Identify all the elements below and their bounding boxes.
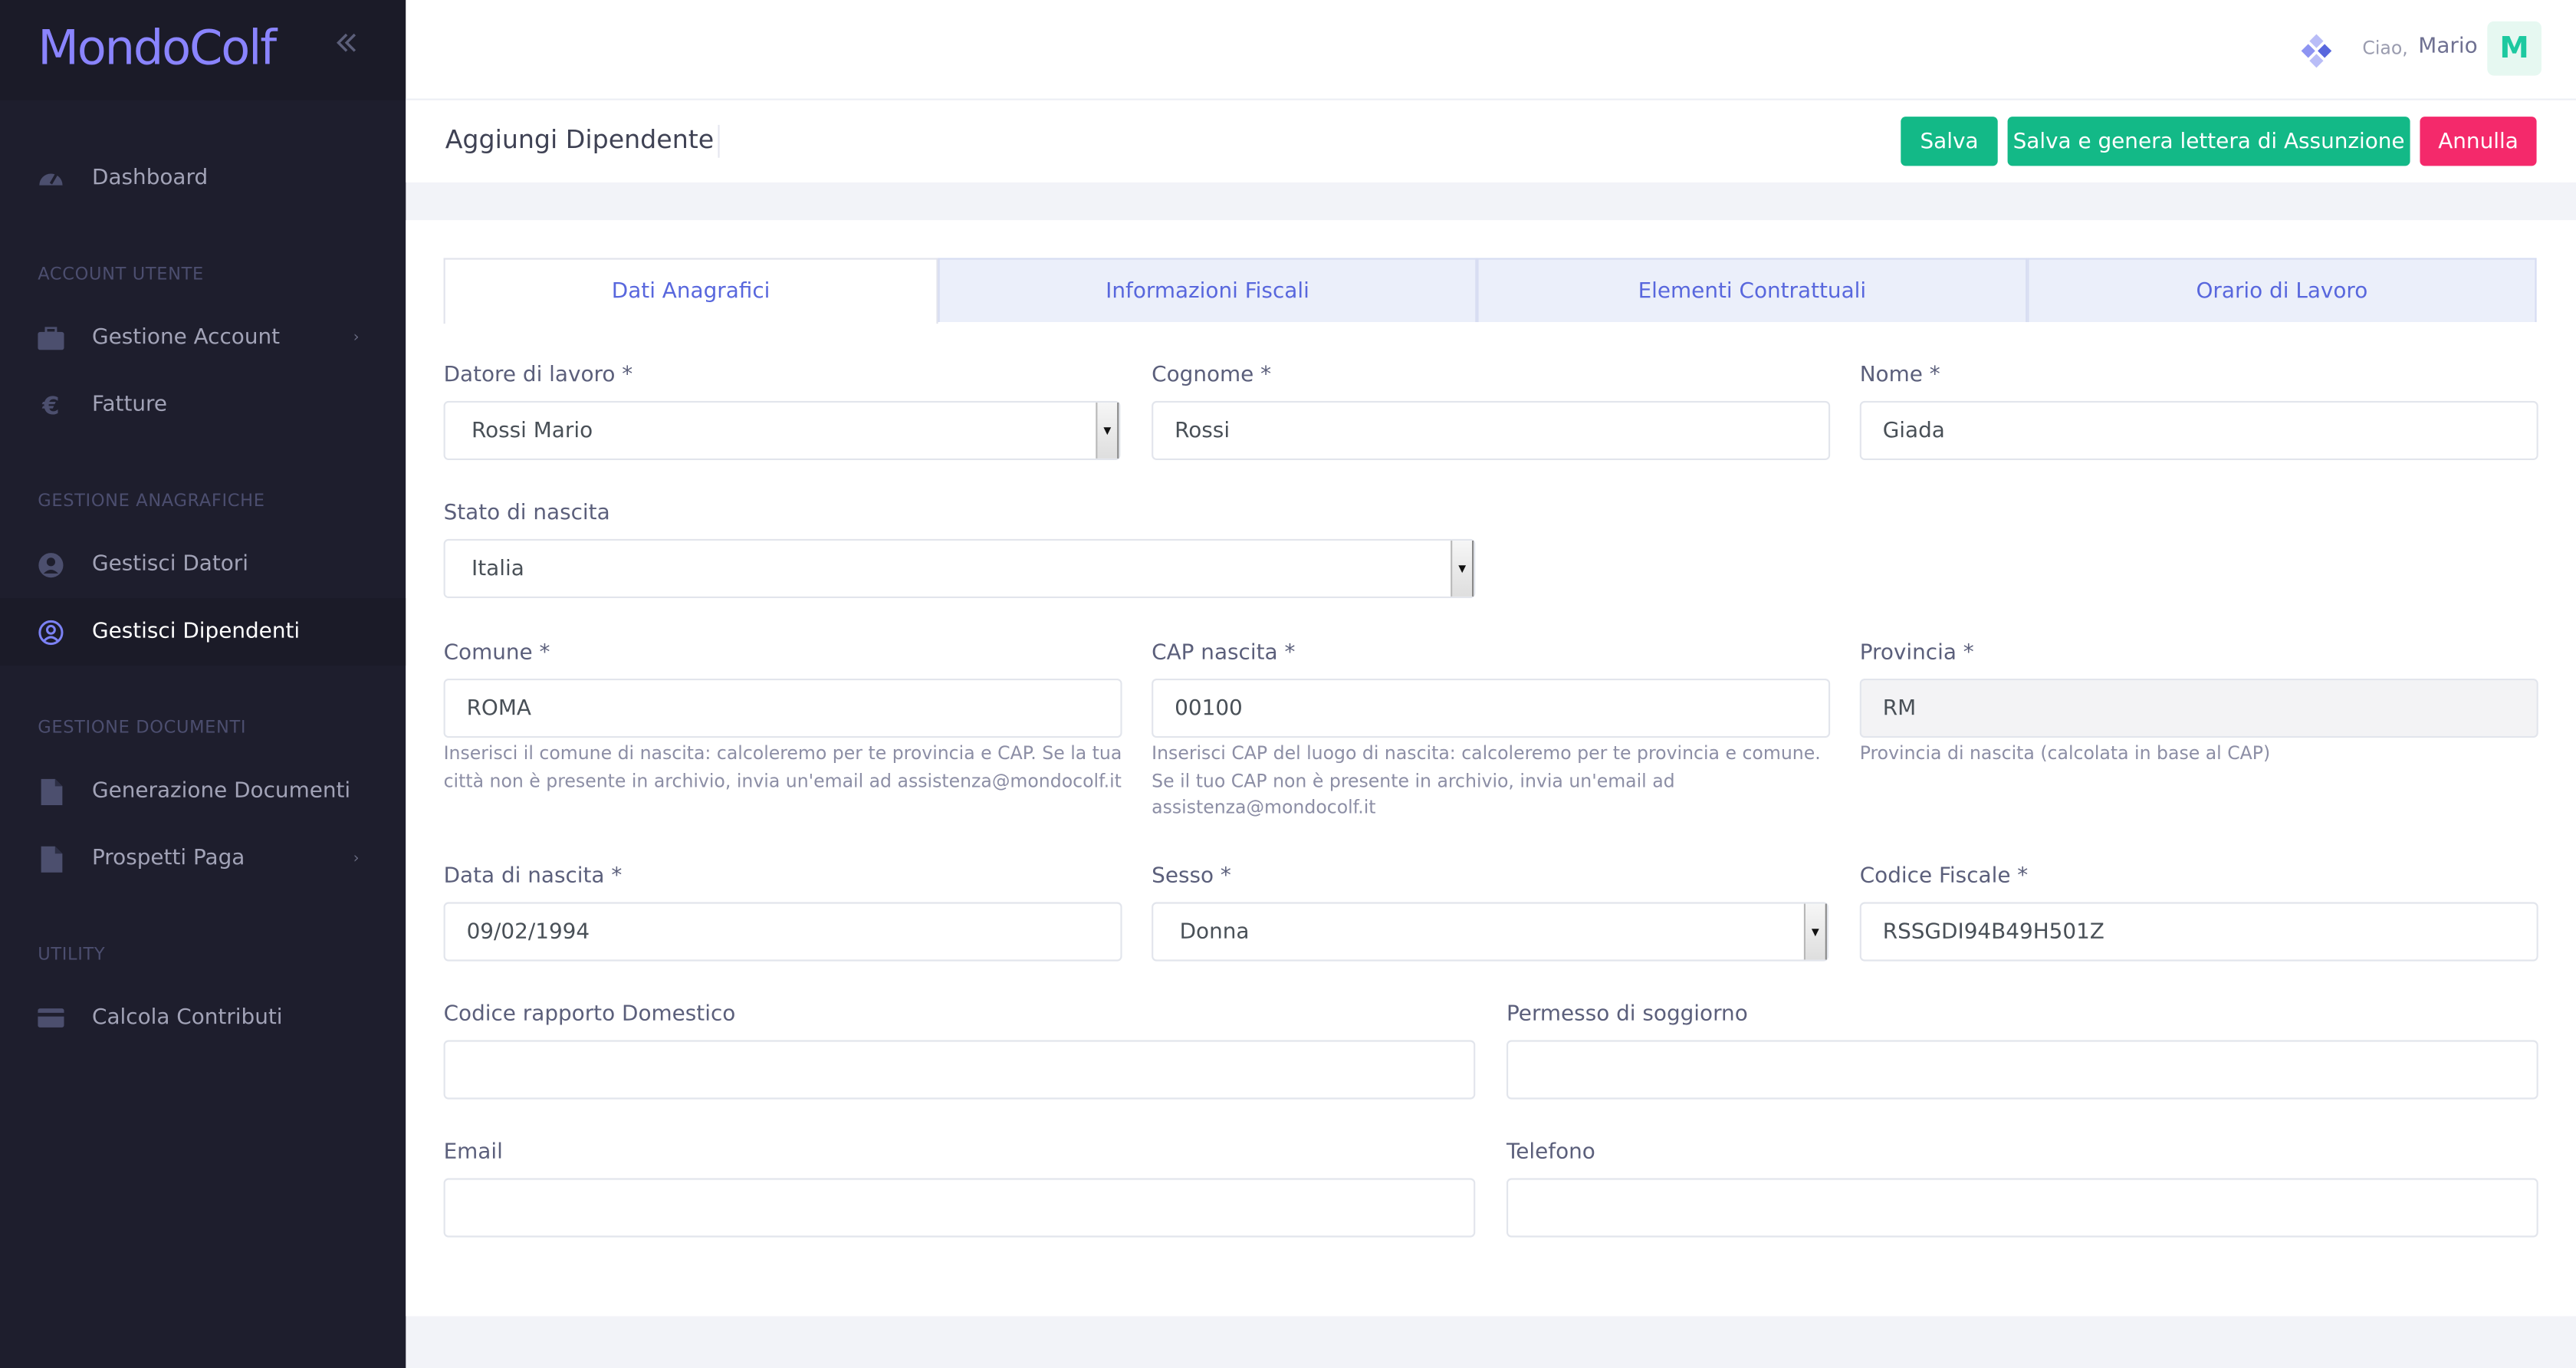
- section-documenti: GESTIONE DOCUMENTI: [38, 718, 247, 738]
- cap-field[interactable]: 00100: [1152, 679, 1831, 738]
- divider: [718, 124, 720, 158]
- stato-nascita-value: Italia: [472, 556, 524, 581]
- cap-hint: Inserisci CAP del luogo di nascita: calc…: [1152, 742, 1821, 819]
- sidebar-item-label: Generazione Documenti: [92, 778, 351, 804]
- subheader: Aggiungi Dipendente Salva Salva e genera…: [406, 100, 2576, 183]
- provincia-field: RM: [1859, 679, 2538, 738]
- cap-label: CAP nascita *: [1152, 640, 1296, 666]
- app-logo[interactable]: MondoColf: [38, 20, 277, 76]
- sidebar-item-gestione-account[interactable]: Gestione Account ›: [0, 304, 406, 371]
- tab-elementi-contrattuali[interactable]: Elementi Contrattuali: [1477, 258, 2028, 322]
- sidebar-item-label: Gestisci Dipendenti: [92, 619, 301, 644]
- email-label: Email: [443, 1140, 503, 1166]
- comune-field[interactable]: ROMA: [443, 679, 1122, 738]
- chevron-right-icon: ›: [353, 329, 360, 347]
- nome-value: Giada: [1882, 418, 1945, 443]
- tab-orario-lavoro[interactable]: Orario di Lavoro: [2027, 258, 2537, 322]
- data-nascita-field[interactable]: 09/02/1994: [443, 902, 1122, 962]
- chevrons-left-icon[interactable]: [334, 30, 366, 69]
- codice-rapporto-field[interactable]: [443, 1040, 1476, 1100]
- cognome-field[interactable]: Rossi: [1152, 400, 1831, 460]
- sidebar-item-label: Gestisci Datori: [92, 552, 249, 577]
- comune-hint: Inserisci il comune di nascita: calcoler…: [443, 742, 1122, 791]
- chevron-right-icon: ›: [353, 850, 360, 867]
- sidebar-item-label: Fatture: [92, 393, 168, 418]
- tab-informazioni-fiscali[interactable]: Informazioni Fiscali: [938, 258, 1477, 322]
- file-icon: [38, 778, 64, 804]
- sidebar-item-prospetti-paga[interactable]: Prospetti Paga ›: [0, 825, 406, 893]
- telefono-label: Telefono: [1506, 1140, 1595, 1166]
- dropdown-arrow-icon[interactable]: ▼: [1451, 541, 1474, 597]
- provincia-label: Provincia *: [1859, 640, 1974, 666]
- datore-label: Datore di lavoro *: [443, 363, 633, 388]
- sidebar-item-gestisci-dipendenti[interactable]: Gestisci Dipendenti: [0, 598, 406, 666]
- tab-bar: Dati Anagrafici Informazioni Fiscali Ele…: [443, 258, 2537, 324]
- topbar: Ciao, Mario M: [406, 0, 2576, 100]
- sesso-label: Sesso *: [1152, 864, 1231, 890]
- quick-actions-icon[interactable]: [2298, 33, 2334, 69]
- codice-fiscale-value: RSSGDI94B49H501Z: [1882, 919, 2104, 945]
- user-circle-outline-icon: [38, 619, 64, 645]
- page-title: Aggiungi Dipendente: [445, 124, 715, 155]
- stato-nascita-label: Stato di nascita: [443, 501, 610, 526]
- sidebar-item-fatture[interactable]: € Fatture: [0, 371, 406, 439]
- comune-label: Comune *: [443, 640, 550, 666]
- permesso-label: Permesso di soggiorno: [1506, 1002, 1748, 1028]
- sidebar-item-label: Dashboard: [92, 166, 209, 191]
- permesso-field[interactable]: [1506, 1040, 2538, 1100]
- tab-dati-anagrafici[interactable]: Dati Anagrafici: [443, 258, 938, 324]
- sesso-select[interactable]: Donna ▼: [1152, 902, 1829, 962]
- stato-nascita-select[interactable]: Italia ▼: [443, 538, 1476, 598]
- section-anagrafiche: GESTIONE ANAGRAFICHE: [38, 491, 265, 511]
- briefcase-icon: [38, 324, 64, 350]
- section-account: ACCOUNT UTENTE: [38, 265, 204, 284]
- user-name[interactable]: Mario: [2418, 35, 2477, 59]
- nome-label: Nome *: [1859, 363, 1940, 388]
- provincia-value: RM: [1882, 696, 1917, 721]
- datore-select[interactable]: Rossi Mario ▼: [443, 400, 1121, 460]
- euro-icon: €: [42, 390, 60, 420]
- save-generate-letter-button[interactable]: Salva e genera lettera di Assunzione: [2007, 117, 2410, 166]
- sidebar: MondoColf Dashboard ACCOUNT UTENTE Gesti…: [0, 0, 406, 1368]
- cap-value: 00100: [1175, 696, 1243, 721]
- sidebar-item-generazione-documenti[interactable]: Generazione Documenti: [0, 758, 406, 825]
- codice-fiscale-label: Codice Fiscale *: [1859, 864, 2029, 890]
- gauge-icon: [38, 165, 64, 191]
- form-panel: Dati Anagrafici Informazioni Fiscali Ele…: [406, 220, 2576, 1317]
- sidebar-item-label: Calcola Contributi: [92, 1005, 283, 1031]
- data-nascita-label: Data di nascita *: [443, 864, 623, 890]
- section-utility: UTILITY: [38, 945, 106, 965]
- dropdown-arrow-icon[interactable]: ▼: [1803, 903, 1827, 960]
- email-field[interactable]: [443, 1178, 1476, 1238]
- save-button[interactable]: Salva: [1901, 117, 1998, 166]
- credit-card-icon: [38, 1005, 64, 1031]
- sesso-value: Donna: [1179, 919, 1250, 945]
- comune-value: ROMA: [466, 696, 531, 721]
- sidebar-item-label: Gestione Account: [92, 325, 281, 350]
- data-nascita-value: 09/02/1994: [466, 919, 590, 945]
- greeting-text: Ciao,: [2362, 38, 2408, 60]
- cognome-label: Cognome *: [1152, 363, 1272, 388]
- codice-fiscale-field[interactable]: RSSGDI94B49H501Z: [1859, 902, 2538, 962]
- codice-rapporto-label: Codice rapporto Domestico: [443, 1002, 736, 1028]
- sidebar-item-dashboard[interactable]: Dashboard: [0, 145, 406, 212]
- avatar[interactable]: M: [2487, 21, 2542, 76]
- file-icon: [38, 845, 64, 872]
- dropdown-arrow-icon[interactable]: ▼: [1096, 403, 1119, 459]
- sidebar-item-gestisci-datori[interactable]: Gestisci Datori: [0, 531, 406, 598]
- cognome-value: Rossi: [1175, 418, 1230, 443]
- datore-value: Rossi Mario: [472, 418, 593, 443]
- provincia-hint: Provincia di nascita (calcolata in base …: [1859, 742, 2271, 765]
- nome-field[interactable]: Giada: [1859, 400, 2538, 460]
- telefono-field[interactable]: [1506, 1178, 2538, 1238]
- sidebar-item-label: Prospetti Paga: [92, 846, 245, 871]
- brand-bar: MondoColf: [0, 0, 406, 100]
- sidebar-item-calcola-contributi[interactable]: Calcola Contributi: [0, 985, 406, 1052]
- user-circle-icon: [38, 551, 64, 577]
- cancel-button[interactable]: Annulla: [2420, 117, 2537, 166]
